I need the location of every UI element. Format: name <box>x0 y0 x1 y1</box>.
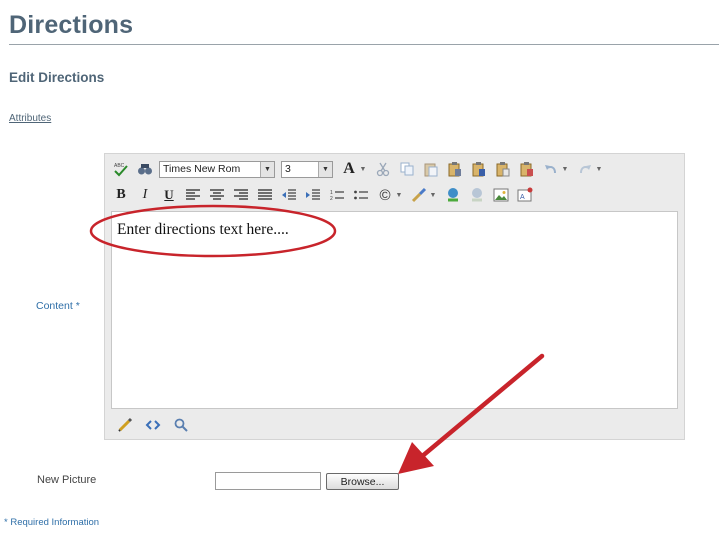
paste-html-icon[interactable] <box>493 159 513 179</box>
svg-text:2: 2 <box>330 196 333 201</box>
remove-link-icon[interactable] <box>467 185 487 205</box>
unordered-list-icon[interactable] <box>351 185 371 205</box>
svg-text:A: A <box>520 194 525 201</box>
insert-symbol-icon[interactable]: A <box>515 185 535 205</box>
paste-word-icon[interactable] <box>469 159 489 179</box>
content-label: Content * <box>36 300 80 312</box>
html-mode-icon[interactable] <box>143 415 163 435</box>
paste-special-icon[interactable] <box>517 159 537 179</box>
paste-icon[interactable] <box>421 159 441 179</box>
preview-mode-icon[interactable] <box>171 415 191 435</box>
insert-link-icon[interactable] <box>443 185 463 205</box>
browse-button[interactable]: Browse... <box>326 473 399 490</box>
format-brush-icon[interactable] <box>409 185 429 205</box>
chevron-down-icon[interactable]: ▼ <box>359 159 367 179</box>
special-char-icon[interactable]: © <box>375 185 395 205</box>
redo-icon[interactable] <box>575 159 595 179</box>
section-heading: Edit Directions <box>9 70 105 85</box>
required-info-note: * Required Information <box>4 517 100 528</box>
new-picture-label: New Picture <box>37 474 97 486</box>
chevron-down-icon[interactable]: ▼ <box>395 185 403 205</box>
font-family-value: Times New Rom <box>163 163 241 175</box>
paste-text-icon[interactable] <box>445 159 465 179</box>
chevron-down-icon: ▼ <box>318 161 332 177</box>
insert-image-icon[interactable] <box>491 185 511 205</box>
chevron-down-icon[interactable]: ▼ <box>595 159 603 179</box>
editor-toolbar-row-1: ABC Times New Rom ▼ 3 ▼ A ▼ ▼ ▼ <box>111 158 609 180</box>
file-path-input[interactable] <box>215 472 321 490</box>
font-size-select[interactable]: 3 ▼ <box>281 160 333 178</box>
chevron-down-icon[interactable]: ▼ <box>561 159 569 179</box>
chevron-down-icon[interactable]: ▼ <box>429 185 437 205</box>
chevron-down-icon: ▼ <box>260 161 274 177</box>
spellcheck-icon[interactable]: ABC <box>111 159 131 179</box>
title-divider <box>9 44 719 45</box>
svg-text:ABC: ABC <box>114 163 125 169</box>
copy-icon[interactable] <box>397 159 417 179</box>
font-family-select[interactable]: Times New Rom ▼ <box>159 160 275 178</box>
page-title: Directions <box>9 11 134 39</box>
design-mode-icon[interactable] <box>115 415 135 435</box>
highlight-ellipse <box>89 204 337 258</box>
font-size-value: 3 <box>285 163 291 175</box>
annotation-arrow <box>398 353 545 474</box>
cut-icon[interactable] <box>373 159 393 179</box>
undo-icon[interactable] <box>541 159 561 179</box>
editor-mode-bar <box>115 415 199 435</box>
find-icon[interactable] <box>135 159 155 179</box>
attributes-link[interactable]: Attributes <box>9 113 51 124</box>
font-color-icon[interactable]: A <box>339 159 359 179</box>
